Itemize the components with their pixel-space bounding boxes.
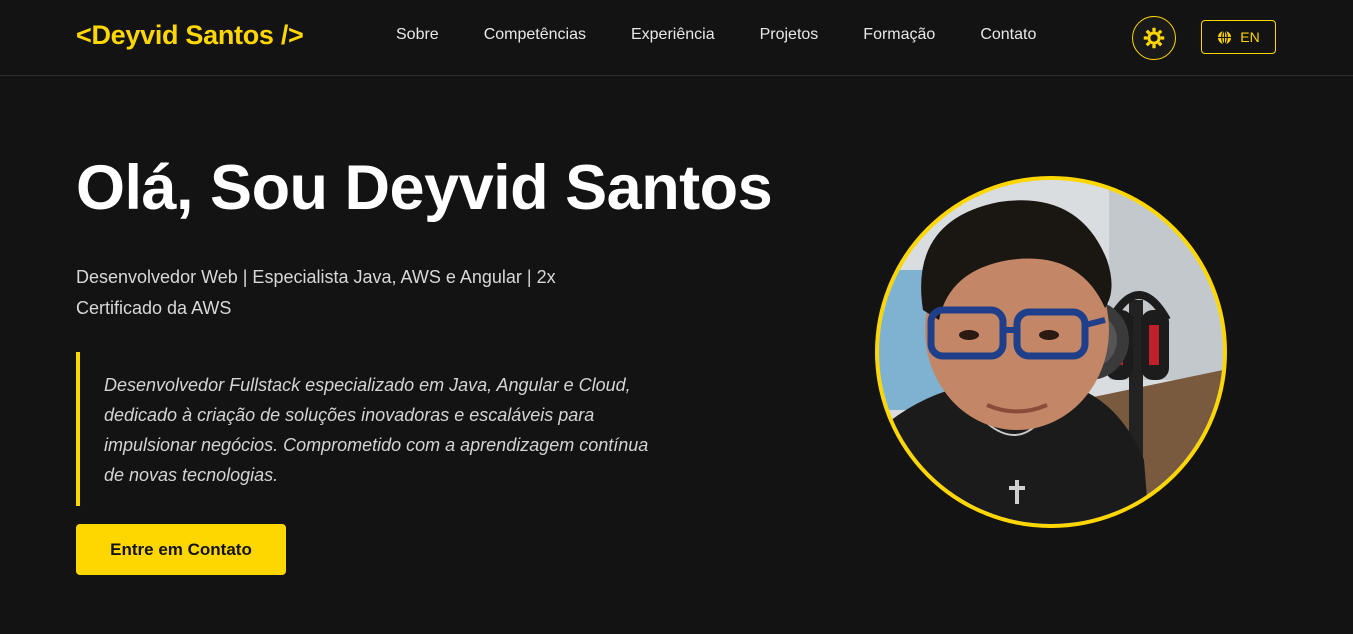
sun-icon bbox=[1143, 27, 1165, 49]
nav-link-projetos[interactable]: Projetos bbox=[760, 26, 819, 44]
profile-photo bbox=[875, 176, 1227, 528]
hero-description: Desenvolvedor Fullstack especializado em… bbox=[76, 352, 656, 506]
nav-menu: Sobre Competências Experiência Projetos … bbox=[396, 26, 1036, 44]
site-logo[interactable]: <Deyvid Santos /> bbox=[76, 20, 304, 51]
theme-toggle-button[interactable] bbox=[1132, 16, 1176, 60]
hero-subtitle: Desenvolvedor Web | Especialista Java, A… bbox=[76, 267, 556, 318]
language-button-label: EN bbox=[1240, 29, 1260, 45]
nav-link-formacao[interactable]: Formação bbox=[863, 26, 935, 44]
contact-cta-button[interactable]: Entre em Contato bbox=[76, 524, 286, 575]
nav-link-sobre[interactable]: Sobre bbox=[396, 26, 439, 44]
hero-title: Olá, Sou Deyvid Santos bbox=[76, 153, 773, 223]
navbar: <Deyvid Santos /> Sobre Competências Exp… bbox=[0, 0, 1353, 76]
language-button[interactable]: EN bbox=[1201, 20, 1276, 54]
nav-link-competencias[interactable]: Competências bbox=[484, 26, 586, 44]
nav-link-experiencia[interactable]: Experiência bbox=[631, 26, 715, 44]
globe-icon bbox=[1218, 29, 1232, 45]
nav-link-contato[interactable]: Contato bbox=[980, 26, 1036, 44]
